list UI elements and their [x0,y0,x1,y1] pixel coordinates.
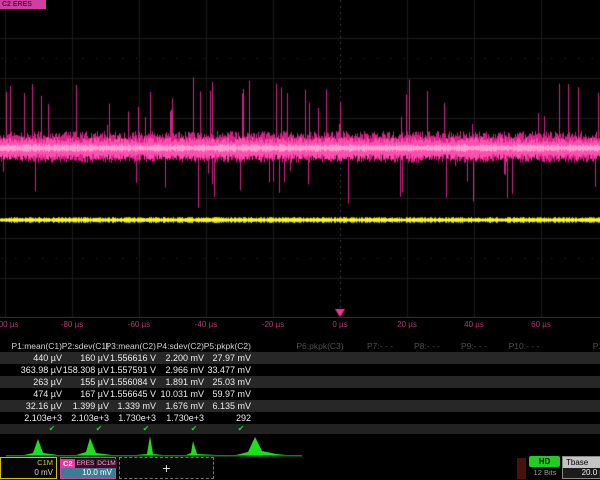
measure-value-cell: 292 [179,412,251,424]
time-axis-label: -80 µs [61,320,83,329]
timebase-descriptor[interactable]: Tbase 20.0 µs [562,456,600,479]
oscilloscope-screen: C2 ERES -100 µs -80 µs -60 µs -40 µs -20 µs 0… [0,0,600,480]
trace-annotation-badge[interactable]: C2 ERES [0,0,46,9]
status-row-stripe [0,424,600,434]
time-axis-label: -100 µs [0,320,18,329]
add-trace-button[interactable]: + [119,457,214,479]
measure-status-check-icon: ✔ [139,424,153,434]
measure-status-check-icon: ✔ [45,424,59,434]
measure-value-cell: 33.477 mV [179,364,251,376]
histicon-p5 [236,437,286,455]
c2-channel-chip: C2 [61,459,75,468]
channel-c1-descriptor[interactable]: C1M 0 mV [0,457,57,479]
measure-value-cell: 27.97 mV [179,352,251,364]
histicon-p4 [186,441,216,455]
c2-coupling-tag: DC1M [96,459,116,468]
hd-mode-badge[interactable]: HD [529,456,560,467]
time-axis-label: 20 µs [397,320,417,329]
time-axis-label: -60 µs [128,320,150,329]
timebase-value: 20.0 µs [563,468,600,478]
c2-eres-tag: ERES [76,459,96,468]
waveform-grid[interactable] [0,0,600,318]
measure-column-header-inactive[interactable]: P10:- - - [488,340,560,352]
measure-value-cell: 6.135 mV [179,400,251,412]
time-axis-label: 60 µs [531,320,551,329]
measure-status-check-icon: ✔ [234,424,248,434]
measure-status-check-icon: ✔ [92,424,106,434]
c1-coupling-label: C1M [1,458,56,468]
histicon-p1 [24,439,58,455]
measure-value-cell: 59.97 mV [179,388,251,400]
c2-scale-value: 10.0 mV [61,468,115,478]
channel-c2-descriptor[interactable]: C2 ERES DC1M 10.0 mV [60,457,116,479]
histicon-p2 [76,438,112,455]
measure-value-cell: 25.03 mV [179,376,251,388]
c1-scale-value: 0 mV [1,468,56,478]
measure-column-header[interactable]: P5:pkpk(C2) [179,340,251,352]
trigger-descriptor-edge[interactable] [517,458,526,479]
measure-status-check-icon: ✔ [187,424,201,434]
time-axis-label: 40 µs [464,320,484,329]
time-axis-label: 0 µs [332,320,347,329]
measurement-histicons [0,434,600,458]
measure-column-header-inactive[interactable]: P11 [564,340,600,352]
histicon-p3 [136,436,163,455]
time-axis-label: -40 µs [195,320,217,329]
hd-bits-label: 12 Bits [527,468,563,477]
time-axis-label: -20 µs [262,320,284,329]
plus-icon: + [162,460,170,476]
timebase-title: Tbase [563,457,600,468]
